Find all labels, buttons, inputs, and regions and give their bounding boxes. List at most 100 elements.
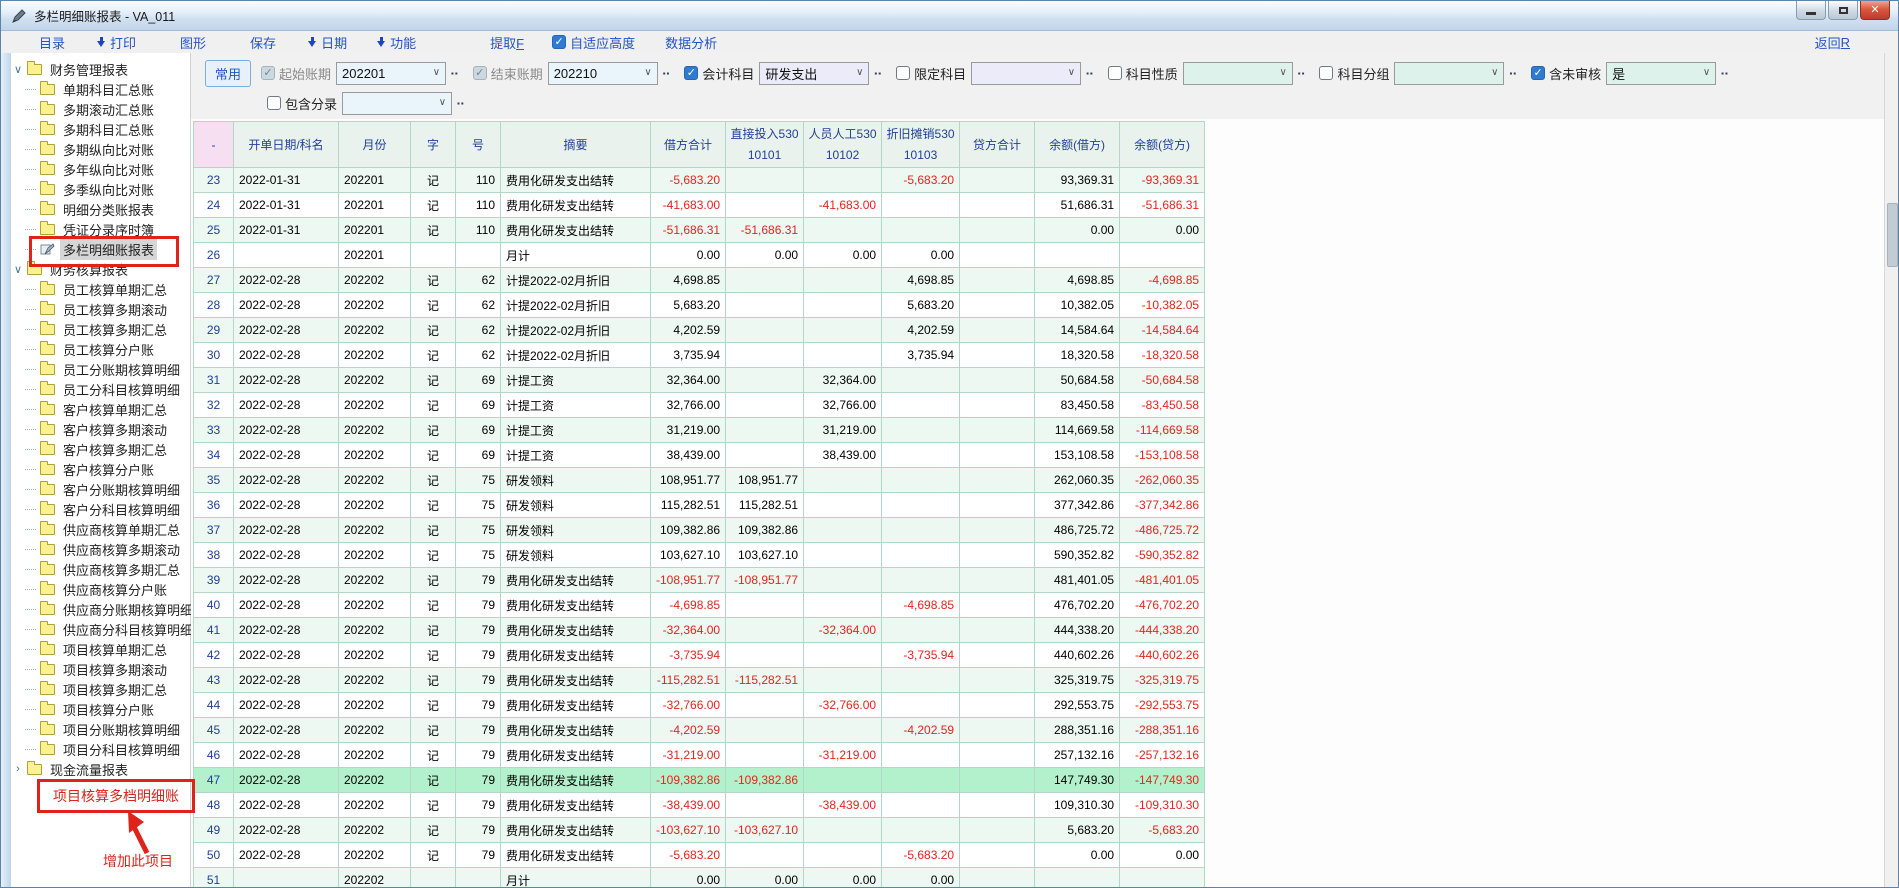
table-cell[interactable]: -31,219.00	[804, 743, 882, 768]
table-cell[interactable]: 79	[456, 768, 501, 793]
table-cell[interactable]: 486,725.72	[1035, 518, 1120, 543]
maximize-button[interactable]	[1828, 1, 1858, 20]
table-cell[interactable]: -14,584.64	[1120, 318, 1205, 343]
table-cell[interactable]: -41,683.00	[804, 193, 882, 218]
table-cell[interactable]: 75	[456, 468, 501, 493]
table-cell[interactable]: 32,364.00	[651, 368, 726, 393]
table-cell[interactable]	[1035, 243, 1120, 268]
row-number-cell[interactable]: 51	[194, 868, 234, 888]
table-cell[interactable]	[726, 343, 804, 368]
table-cell[interactable]	[804, 593, 882, 618]
table-cell[interactable]: -377,342.86	[1120, 493, 1205, 518]
table-cell[interactable]: 0.00	[726, 243, 804, 268]
table-cell[interactable]: 69	[456, 393, 501, 418]
table-cell[interactable]: 2022-02-28	[234, 768, 339, 793]
tree-item[interactable]: 项目核算单期汇总	[11, 639, 190, 659]
column-header[interactable]: 折旧摊销53010103	[882, 122, 960, 168]
table-cell[interactable]	[960, 318, 1035, 343]
tree-item[interactable]: 多季纵向比对账	[11, 179, 190, 199]
table-cell[interactable]: 0.00	[1035, 843, 1120, 868]
tree-item[interactable]: 供应商核算单期汇总	[11, 519, 190, 539]
tree-item[interactable]: 客户核算多期滚动	[11, 419, 190, 439]
row-number-cell[interactable]: 45	[194, 718, 234, 743]
table-cell[interactable]: 103,627.10	[726, 543, 804, 568]
table-cell[interactable]: 69	[456, 418, 501, 443]
table-cell[interactable]: 2022-02-28	[234, 593, 339, 618]
table-cell[interactable]: 2022-02-28	[234, 643, 339, 668]
checkbox-unchecked-icon[interactable]	[1319, 66, 1333, 80]
table-cell[interactable]: -51,686.31	[726, 218, 804, 243]
table-cell[interactable]: 75	[456, 518, 501, 543]
range-dots[interactable]: ▪▪	[457, 99, 465, 108]
table-cell[interactable]: 记	[411, 368, 456, 393]
table-cell[interactable]: 费用化研发支出结转	[501, 818, 651, 843]
table-cell[interactable]	[882, 418, 960, 443]
row-number-cell[interactable]: 31	[194, 368, 234, 393]
table-cell[interactable]: 79	[456, 618, 501, 643]
table-cell[interactable]: 记	[411, 643, 456, 668]
table-cell[interactable]: 费用化研发支出结转	[501, 618, 651, 643]
table-cell[interactable]: 费用化研发支出结转	[501, 218, 651, 243]
table-cell[interactable]: 69	[456, 443, 501, 468]
table-cell[interactable]: 202202	[339, 418, 411, 443]
table-cell[interactable]: -325,319.75	[1120, 668, 1205, 693]
table-cell[interactable]: 记	[411, 343, 456, 368]
table-cell[interactable]	[804, 768, 882, 793]
table-cell[interactable]: 109,382.86	[726, 518, 804, 543]
table-cell[interactable]: 费用化研发支出结转	[501, 668, 651, 693]
table-cell[interactable]: 5,683.20	[1035, 818, 1120, 843]
table-cell[interactable]: -109,310.30	[1120, 793, 1205, 818]
vertical-scrollbar[interactable]	[1884, 53, 1898, 887]
tree-item[interactable]: 明细分类账报表	[11, 199, 190, 219]
row-number-cell[interactable]: 38	[194, 543, 234, 568]
table-cell[interactable]	[726, 693, 804, 718]
row-number-cell[interactable]: 37	[194, 518, 234, 543]
table-cell[interactable]: 0.00	[1035, 218, 1120, 243]
tree-item[interactable]: 员工核算分户账	[11, 339, 190, 359]
table-cell[interactable]: -83,450.58	[1120, 393, 1205, 418]
table-cell[interactable]: 5,683.20	[651, 293, 726, 318]
table-cell[interactable]: 费用化研发支出结转	[501, 743, 651, 768]
table-cell[interactable]: 2022-02-28	[234, 793, 339, 818]
table-cell[interactable]	[960, 418, 1035, 443]
toolbar-graph[interactable]: 图形	[180, 33, 206, 52]
table-cell[interactable]: 32,766.00	[651, 393, 726, 418]
table-cell[interactable]: 79	[456, 568, 501, 593]
table-cell[interactable]: 69	[456, 368, 501, 393]
table-cell[interactable]	[960, 693, 1035, 718]
tree-item[interactable]: 项目核算多期滚动	[11, 659, 190, 679]
table-cell[interactable]	[960, 293, 1035, 318]
table-cell[interactable]: 费用化研发支出结转	[501, 193, 651, 218]
table-cell[interactable]: -115,282.51	[651, 668, 726, 693]
toolbar-extract[interactable]: 提取F	[490, 33, 524, 52]
table-cell[interactable]: 记	[411, 843, 456, 868]
table-cell[interactable]: 202202	[339, 768, 411, 793]
table-cell[interactable]: 2022-02-28	[234, 518, 339, 543]
table-cell[interactable]: -103,627.10	[651, 818, 726, 843]
table-cell[interactable]: 2022-01-31	[234, 218, 339, 243]
range-dots[interactable]: ▪▪	[1086, 69, 1094, 78]
table-cell[interactable]: 202202	[339, 843, 411, 868]
table-cell[interactable]: 记	[411, 693, 456, 718]
tree-item[interactable]: 多期科目汇总账	[11, 119, 190, 139]
table-cell[interactable]	[960, 643, 1035, 668]
table-cell[interactable]: -32,364.00	[804, 618, 882, 643]
table-cell[interactable]	[726, 743, 804, 768]
table-cell[interactable]: 记	[411, 443, 456, 468]
table-cell[interactable]	[804, 568, 882, 593]
table-cell[interactable]: -5,683.20	[651, 843, 726, 868]
table-cell[interactable]: 0.00	[726, 868, 804, 888]
table-cell[interactable]: 0.00	[804, 868, 882, 888]
table-cell[interactable]: 2022-02-28	[234, 468, 339, 493]
filter-select-include-entries-select[interactable]: ∨	[342, 92, 452, 115]
table-cell[interactable]	[804, 268, 882, 293]
table-cell[interactable]: 115,282.51	[651, 493, 726, 518]
table-cell[interactable]: 110	[456, 193, 501, 218]
table-cell[interactable]	[804, 293, 882, 318]
table-cell[interactable]: 费用化研发支出结转	[501, 568, 651, 593]
table-cell[interactable]	[726, 268, 804, 293]
table-cell[interactable]: 79	[456, 843, 501, 868]
table-cell[interactable]	[882, 743, 960, 768]
table-cell[interactable]: 2022-02-28	[234, 443, 339, 468]
table-cell[interactable]: -147,749.30	[1120, 768, 1205, 793]
